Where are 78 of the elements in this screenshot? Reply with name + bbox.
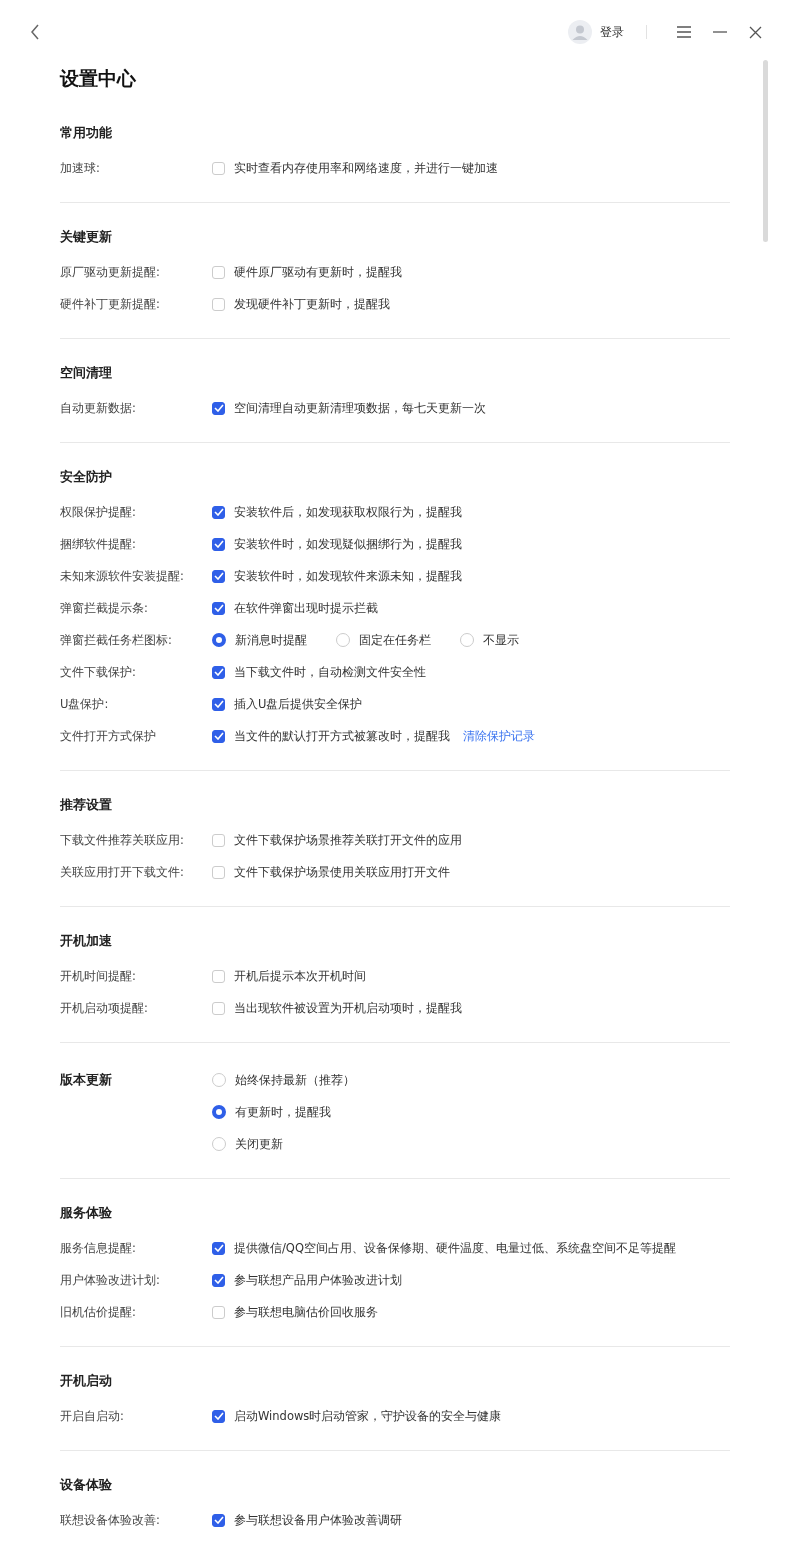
- checkbox[interactable]: [212, 729, 225, 743]
- checkbox[interactable]: [212, 505, 225, 519]
- setting-label: 硬件补丁更新提醒:: [60, 296, 161, 312]
- option-label: 实时查看内存使用率和网络速度，并进行一键加速: [234, 160, 498, 176]
- setting-label: 弹窗拦截提示条:: [60, 600, 149, 616]
- setting-label: 自动更新数据:: [60, 400, 137, 416]
- section-title: 推荐设置: [60, 796, 113, 814]
- setting-label: 用户体验改进计划:: [60, 1272, 161, 1288]
- checkbox[interactable]: [212, 697, 225, 711]
- checkbox[interactable]: [212, 665, 225, 679]
- setting-label: 联想设备体验改善:: [60, 1512, 161, 1528]
- setting-label: 弹窗拦截任务栏图标:: [60, 632, 173, 648]
- checkbox[interactable]: [212, 401, 225, 415]
- option-label: 在软件弹窗出现时提示拦截: [234, 600, 378, 616]
- page-title: 设置中心: [60, 66, 137, 91]
- login-link[interactable]: 登录: [600, 23, 624, 41]
- setting-label: 文件打开方式保护: [60, 728, 157, 744]
- option-label: 当下载文件时，自动检测文件安全性: [234, 664, 426, 680]
- section-title: 关键更新: [60, 228, 113, 246]
- section-title: 服务体验: [60, 1204, 113, 1222]
- option-label: 新消息时提醒: [235, 632, 307, 648]
- radio-button[interactable]: [212, 633, 226, 647]
- setting-label: 捆绑软件提醒:: [60, 536, 137, 552]
- option-label: 当出现软件被设置为开机启动项时，提醒我: [234, 1000, 462, 1016]
- setting-label: 开机启动项提醒:: [60, 1000, 149, 1016]
- option-label: 固定在任务栏: [359, 632, 431, 648]
- setting-label: 关联应用打开下载文件:: [60, 864, 185, 880]
- checkbox[interactable]: [212, 1409, 225, 1423]
- clear-record-link[interactable]: 清除保护记录: [463, 728, 535, 744]
- option-label: 安装软件时，如发现疑似捆绑行为，提醒我: [234, 536, 462, 552]
- setting-label: 下载文件推荐关联应用:: [60, 832, 185, 848]
- option-label: 插入U盘后提供安全保护: [234, 696, 363, 712]
- option-label: 参与联想设备用户体验改善调研: [234, 1512, 402, 1528]
- menu-icon[interactable]: [677, 26, 691, 38]
- checkbox[interactable]: [212, 569, 225, 583]
- scrollbar-thumb[interactable]: [763, 60, 768, 242]
- setting-label: 服务信息提醒:: [60, 1240, 137, 1256]
- setting-label: 旧机估价提醒:: [60, 1304, 137, 1320]
- setting-label: U盘保护:: [60, 696, 110, 712]
- checkbox[interactable]: [212, 1513, 225, 1527]
- section-title: 设备体验: [60, 1476, 113, 1494]
- checkbox[interactable]: [212, 1241, 225, 1255]
- option-label: 始终保持最新（推荐）: [235, 1072, 355, 1088]
- option-label: 文件下载保护场景推荐关联打开文件的应用: [234, 832, 462, 848]
- option-label: 文件下载保护场景使用关联应用打开文件: [234, 864, 450, 880]
- option-label: 空间清理自动更新清理项数据，每七天更新一次: [234, 400, 486, 416]
- section-title: 开机加速: [60, 932, 113, 950]
- option-label: 参与联想电脑估价回收服务: [234, 1304, 378, 1320]
- option-label: 开机后提示本次开机时间: [234, 968, 366, 984]
- section-title: 安全防护: [60, 468, 113, 486]
- checkbox[interactable]: [212, 601, 225, 615]
- option-label: 有更新时，提醒我: [235, 1104, 331, 1120]
- radio-button[interactable]: [212, 1105, 226, 1119]
- option-label: 安装软件后，如发现获取权限行为，提醒我: [234, 504, 462, 520]
- setting-label: 文件下载保护:: [60, 664, 137, 680]
- option-label: 参与联想产品用户体验改进计划: [234, 1272, 402, 1288]
- checkbox[interactable]: [212, 1273, 225, 1287]
- option-label: 发现硬件补丁更新时，提醒我: [234, 296, 390, 312]
- back-icon[interactable]: [30, 24, 40, 40]
- close-icon[interactable]: [749, 25, 762, 39]
- option-label: 不显示: [483, 632, 519, 648]
- option-label: 硬件原厂驱动有更新时，提醒我: [234, 264, 402, 280]
- option-label: 安装软件时，如发现软件来源未知，提醒我: [234, 568, 462, 584]
- option-label: 启动Windows时启动管家，守护设备的安全与健康: [234, 1408, 502, 1424]
- section-title: 版本更新: [60, 1071, 113, 1089]
- setting-label: 未知来源软件安装提醒:: [60, 568, 185, 584]
- setting-label: 原厂驱动更新提醒:: [60, 264, 161, 280]
- section-title: 空间清理: [60, 364, 113, 382]
- option-label: 关闭更新: [235, 1136, 283, 1152]
- setting-label: 权限保护提醒:: [60, 504, 137, 520]
- checkbox[interactable]: [212, 537, 225, 551]
- section-title: 常用功能: [60, 124, 113, 142]
- setting-label: 开启自启动:: [60, 1408, 125, 1424]
- option-label: 提供微信/QQ空间占用、设备保修期、硬件温度、电量过低、系统盘空间不足等提醒: [234, 1240, 676, 1256]
- setting-label: 加速球:: [60, 160, 101, 176]
- setting-label: 开机时间提醒:: [60, 968, 137, 984]
- section-title: 开机启动: [60, 1372, 113, 1390]
- option-label: 当文件的默认打开方式被篡改时，提醒我: [234, 728, 450, 744]
